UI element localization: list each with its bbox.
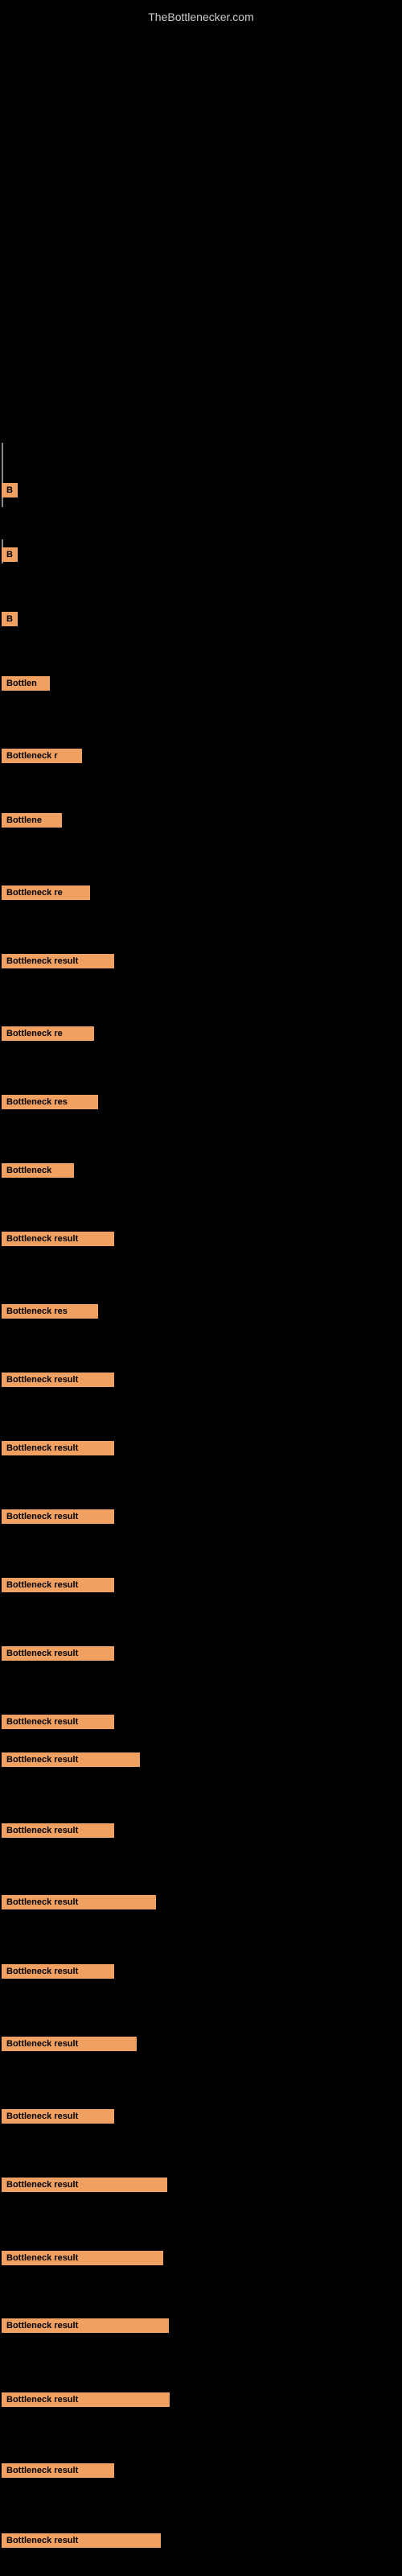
bottleneck-result-badge[interactable]: Bottleneck result (2, 2109, 114, 2124)
bottleneck-result-badge[interactable]: Bottleneck result (2, 2463, 114, 2478)
bottleneck-result-badge[interactable]: Bottleneck result (2, 2533, 161, 2548)
bottleneck-result-badge[interactable]: Bottleneck (2, 1163, 74, 1178)
site-title: TheBottlenecker.com (0, 4, 402, 30)
bottleneck-result-badge[interactable]: B (2, 547, 18, 562)
bottleneck-result-badge[interactable]: Bottleneck result (2, 2037, 137, 2051)
bottleneck-result-badge[interactable]: B (2, 483, 18, 497)
vertical-line-1 (2, 443, 3, 507)
bottleneck-result-badge[interactable]: Bottleneck result (2, 2178, 167, 2192)
bottleneck-result-badge[interactable]: Bottleneck result (2, 1232, 114, 1246)
bottleneck-result-badge[interactable]: Bottleneck result (2, 1646, 114, 1661)
bottleneck-result-badge[interactable]: Bottleneck result (2, 2251, 163, 2265)
bottleneck-result-badge[interactable]: Bottlene (2, 813, 62, 828)
bottleneck-result-badge[interactable]: Bottleneck res (2, 1095, 98, 1109)
bottleneck-result-badge[interactable]: Bottleneck result (2, 2392, 170, 2407)
bottleneck-result-badge[interactable]: Bottleneck r (2, 749, 82, 763)
bottleneck-result-badge[interactable]: Bottleneck result (2, 2318, 169, 2333)
bottleneck-result-badge[interactable]: Bottleneck result (2, 1441, 114, 1455)
bottleneck-result-badge[interactable]: Bottleneck result (2, 1964, 114, 1979)
bottleneck-result-badge[interactable]: Bottleneck result (2, 1578, 114, 1592)
bottleneck-result-badge[interactable]: Bottleneck result (2, 1823, 114, 1838)
bottleneck-result-badge[interactable]: Bottleneck result (2, 1715, 114, 1729)
bottleneck-result-badge[interactable]: Bottleneck result (2, 1895, 156, 1909)
bottleneck-result-badge[interactable]: Bottlen (2, 676, 50, 691)
bottleneck-result-badge[interactable]: Bottleneck result (2, 1752, 140, 1767)
bottleneck-result-badge[interactable]: Bottleneck re (2, 1026, 94, 1041)
bottleneck-result-badge[interactable]: Bottleneck result (2, 954, 114, 968)
bottleneck-result-badge[interactable]: Bottleneck result (2, 1509, 114, 1524)
bottleneck-result-badge[interactable]: Bottleneck re (2, 886, 90, 900)
bottleneck-result-badge[interactable]: B (2, 612, 18, 626)
bottleneck-result-badge[interactable]: Bottleneck result (2, 1373, 114, 1387)
bottleneck-result-badge[interactable]: Bottleneck res (2, 1304, 98, 1319)
